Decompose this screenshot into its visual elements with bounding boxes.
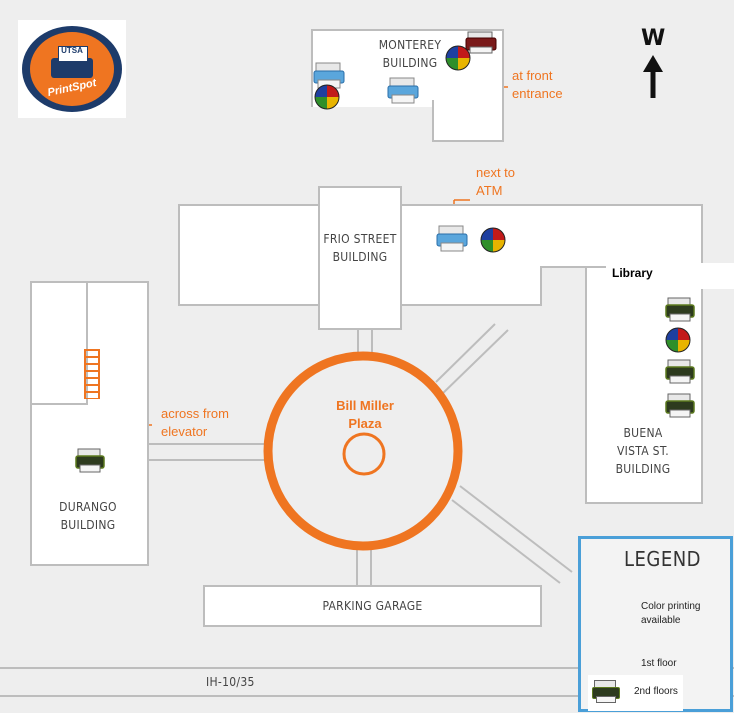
legend-floor2-printer-icon (592, 680, 620, 704)
legend-floor2-label: 2nd floors (634, 686, 678, 697)
legend-color-label: Color printing available (641, 601, 701, 626)
campus-map: UTSA PrintSpot W MONTEREY BUILDING at fr… (0, 0, 734, 713)
legend-floor1-label: 1st floor (641, 658, 677, 669)
legend-title: LEGEND (624, 547, 702, 571)
